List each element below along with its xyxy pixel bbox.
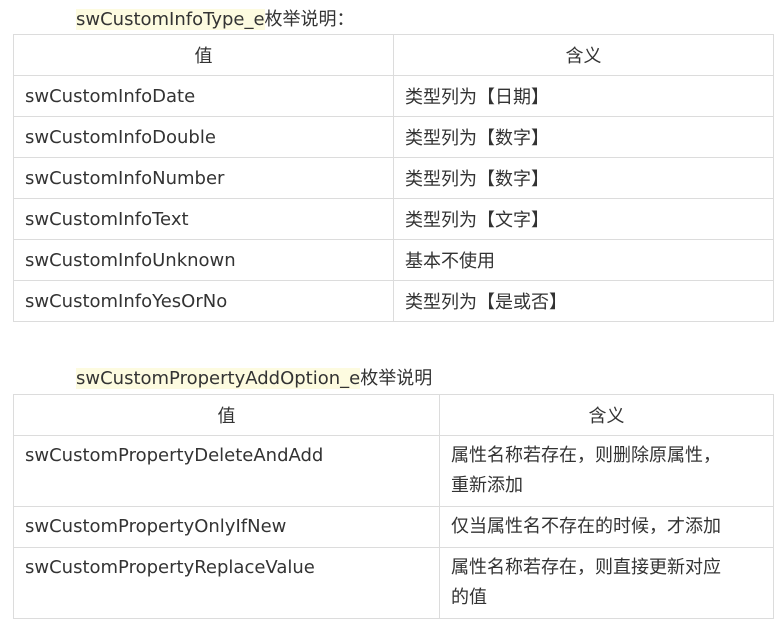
column-header-meaning: 含义 (393, 34, 774, 76)
table-row: swCustomPropertyDeleteAndAdd 属性名称若存在，则删除… (13, 435, 774, 507)
swcustominfotype-table: 值 含义 swCustomInfoDate 类型列为【日期】 swCustomI… (13, 34, 774, 322)
meaning-line: 属性名称若存在，则删除原属性， (451, 445, 721, 466)
table-row: swCustomInfoText 类型列为【文字】 (13, 198, 774, 240)
meaning-cell: 类型列为【日期】 (393, 75, 774, 117)
section1-heading-suffix: 枚举说明： (264, 9, 355, 30)
value-cell: swCustomInfoUnknown (13, 239, 394, 281)
table-row: swCustomInfoNumber 类型列为【数字】 (13, 157, 774, 199)
meaning-cell: 类型列为【是或否】 (393, 280, 774, 322)
meaning-cell: 属性名称若存在，则直接更新对应 的值 (439, 547, 774, 619)
value-cell: swCustomPropertyOnlyIfNew (13, 506, 440, 548)
meaning-cell: 类型列为【数字】 (393, 116, 774, 158)
table-header-row: 值 含义 (13, 394, 774, 436)
table-header-row: 值 含义 (13, 34, 774, 76)
meaning-line: 的值 (451, 587, 487, 608)
meaning-line: 重新添加 (451, 475, 523, 496)
section2-heading: swCustomPropertyAddOption_e枚举说明 (76, 367, 432, 391)
section1-heading: swCustomInfoType_e枚举说明： (76, 8, 355, 32)
section1-heading-code: swCustomInfoType_e (76, 9, 265, 30)
table-row: swCustomInfoUnknown 基本不使用 (13, 239, 774, 281)
meaning-cell: 仅当属性名不存在的时候，才添加 (439, 506, 774, 548)
value-cell: swCustomInfoYesOrNo (13, 280, 394, 322)
meaning-line: 属性名称若存在，则直接更新对应 (451, 557, 721, 578)
value-cell: swCustomInfoText (13, 198, 394, 240)
meaning-line: 仅当属性名不存在的时候，才添加 (451, 516, 721, 537)
table-row: swCustomPropertyOnlyIfNew 仅当属性名不存在的时候，才添… (13, 506, 774, 548)
table-row: swCustomInfoDate 类型列为【日期】 (13, 75, 774, 117)
column-header-value: 值 (13, 394, 440, 436)
meaning-cell: 属性名称若存在，则删除原属性， 重新添加 (439, 435, 774, 507)
column-header-meaning: 含义 (439, 394, 774, 436)
meaning-cell: 类型列为【文字】 (393, 198, 774, 240)
table-row: swCustomInfoDouble 类型列为【数字】 (13, 116, 774, 158)
value-cell: swCustomInfoNumber (13, 157, 394, 199)
value-cell: swCustomPropertyDeleteAndAdd (13, 435, 440, 507)
value-cell: swCustomPropertyReplaceValue (13, 547, 440, 619)
meaning-cell: 基本不使用 (393, 239, 774, 281)
value-cell: swCustomInfoDouble (13, 116, 394, 158)
section2-heading-suffix: 枚举说明 (360, 368, 433, 389)
section2-heading-code: swCustomPropertyAddOption_e (76, 368, 361, 389)
meaning-cell: 类型列为【数字】 (393, 157, 774, 199)
swcustompropertyaddoption-table: 值 含义 swCustomPropertyDeleteAndAdd 属性名称若存… (13, 394, 774, 619)
column-header-value: 值 (13, 34, 394, 76)
value-cell: swCustomInfoDate (13, 75, 394, 117)
table-row: swCustomInfoYesOrNo 类型列为【是或否】 (13, 280, 774, 322)
table-row: swCustomPropertyReplaceValue 属性名称若存在，则直接… (13, 547, 774, 619)
